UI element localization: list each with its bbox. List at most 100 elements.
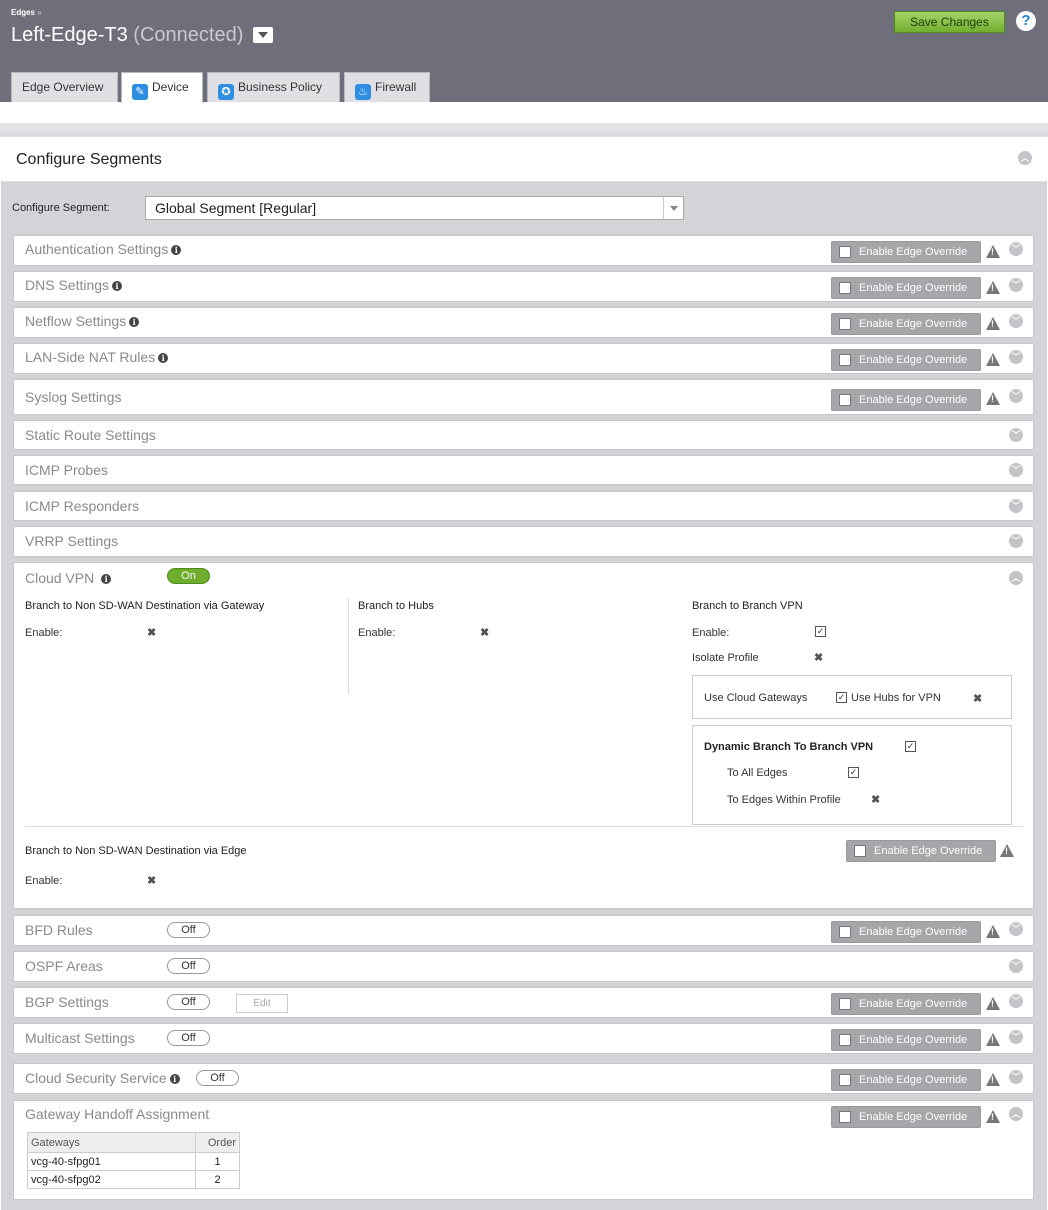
enable-edge-override-button[interactable]: Enable Edge Override: [831, 241, 981, 263]
panel-static-route[interactable]: Static Route Settings ﹀: [13, 420, 1034, 450]
enable-edge-override-button[interactable]: Enable Edge Override: [831, 1106, 981, 1128]
expand-icon[interactable]: ﹀: [1009, 534, 1023, 548]
info-icon[interactable]: i: [171, 245, 182, 255]
x-icon[interactable]: ✖: [480, 626, 489, 639]
panel-lan-side-nat[interactable]: LAN-Side NAT Rules i Enable Edge Override…: [13, 343, 1034, 374]
expand-icon[interactable]: ﹀: [1009, 389, 1023, 403]
panel-authentication[interactable]: Authentication Settings i Enable Edge Ove…: [13, 235, 1034, 266]
enable-edge-override-button[interactable]: Enable Edge Override: [831, 1069, 981, 1091]
x-icon[interactable]: ✖: [973, 692, 982, 705]
expand-icon[interactable]: ﹀: [1009, 314, 1023, 328]
panel-syslog[interactable]: Syslog Settings Enable Edge Override ﹀: [13, 379, 1034, 415]
override-checkbox[interactable]: [854, 845, 866, 857]
panel-title: ICMP Probes: [25, 462, 108, 478]
override-checkbox[interactable]: [839, 246, 851, 258]
info-icon[interactable]: i: [101, 574, 112, 584]
x-icon[interactable]: ✖: [147, 874, 156, 887]
enable-edge-override-button[interactable]: Enable Edge Override: [831, 313, 981, 335]
collapse-icon[interactable]: ︿: [1009, 1107, 1023, 1121]
page-title: Left-Edge-T3 (Connected): [11, 24, 273, 47]
ospf-toggle[interactable]: Off: [167, 958, 210, 974]
override-checkbox[interactable]: [839, 394, 851, 406]
panel-title: OSPF Areas: [25, 958, 103, 974]
enable-edge-override-button[interactable]: Enable Edge Override: [831, 389, 981, 411]
enable-edge-override-button[interactable]: Enable Edge Override: [831, 1029, 981, 1051]
tab-device[interactable]: ✎ Device: [121, 72, 203, 103]
tab-business-policy[interactable]: ✪ Business Policy: [207, 72, 340, 102]
expand-icon[interactable]: ﹀: [1009, 959, 1023, 973]
x-icon[interactable]: ✖: [147, 626, 156, 639]
bgp-toggle[interactable]: Off: [167, 994, 210, 1010]
info-icon[interactable]: i: [169, 1074, 180, 1084]
check-icon[interactable]: ✓: [905, 741, 916, 752]
save-changes-button[interactable]: Save Changes: [894, 11, 1005, 33]
panel-icmp-probes[interactable]: ICMP Probes ﹀: [13, 455, 1034, 485]
expand-icon[interactable]: ﹀: [1009, 463, 1023, 477]
expand-icon[interactable]: ﹀: [1009, 1030, 1023, 1044]
to-edges-within-profile-label: To Edges Within Profile: [727, 794, 841, 806]
segment-select[interactable]: Global Segment [Regular]: [145, 196, 684, 220]
x-icon[interactable]: ✖: [814, 651, 823, 664]
enable-edge-override-button[interactable]: Enable Edge Override: [831, 349, 981, 371]
override-checkbox[interactable]: [839, 1111, 851, 1123]
info-icon[interactable]: i: [112, 281, 123, 291]
check-icon[interactable]: ✓: [836, 692, 847, 703]
expand-icon[interactable]: ﹀: [1009, 278, 1023, 292]
enable-edge-override-button[interactable]: Enable Edge Override: [846, 840, 996, 862]
panel-vrrp[interactable]: VRRP Settings ﹀: [13, 526, 1034, 557]
warning-icon: [986, 392, 1000, 405]
table-row[interactable]: vcg-40-sfpg02 2: [27, 1170, 240, 1189]
expand-icon[interactable]: ﹀: [1009, 994, 1023, 1008]
tab-firewall[interactable]: ♨ Firewall: [344, 72, 430, 102]
chevron-down-icon[interactable]: [663, 197, 683, 219]
panel-netflow[interactable]: Netflow Settingsi Enable Edge Override ﹀: [13, 307, 1034, 338]
override-checkbox[interactable]: [839, 998, 851, 1010]
panel-title: BGP Settings: [25, 994, 109, 1010]
info-icon[interactable]: i: [158, 353, 169, 363]
breadcrumb-edges[interactable]: Edges: [11, 8, 35, 17]
css-toggle[interactable]: Off: [196, 1070, 239, 1086]
edge-selector-dropdown[interactable]: [252, 27, 273, 43]
cloud-vpn-toggle[interactable]: On: [167, 568, 210, 584]
enable-edge-override-button[interactable]: Enable Edge Override: [831, 921, 981, 943]
override-checkbox[interactable]: [839, 282, 851, 294]
panel-dns[interactable]: DNS Settingsi Enable Edge Override ﹀: [13, 271, 1034, 302]
override-label: Enable Edge Override: [859, 1111, 968, 1123]
panel-bgp-settings[interactable]: BGP Settings Off Enable Edge Override ﹀: [13, 987, 1034, 1018]
enable-edge-override-button[interactable]: Enable Edge Override: [831, 277, 981, 299]
x-icon[interactable]: ✖: [871, 793, 880, 806]
expand-icon[interactable]: ﹀: [1009, 1070, 1023, 1084]
help-icon[interactable]: ?: [1016, 11, 1036, 31]
override-checkbox[interactable]: [839, 318, 851, 330]
expand-icon[interactable]: ﹀: [1009, 922, 1023, 936]
tab-edge-overview[interactable]: Edge Overview: [11, 72, 118, 102]
panel-icmp-responders[interactable]: ICMP Responders ﹀: [13, 491, 1034, 521]
multicast-toggle[interactable]: Off: [167, 1030, 210, 1046]
expand-icon[interactable]: ﹀: [1009, 428, 1023, 442]
collapse-icon[interactable]: ︿: [1018, 151, 1032, 165]
bgp-edit-button[interactable]: Edit: [236, 994, 288, 1013]
override-checkbox[interactable]: [839, 926, 851, 938]
override-checkbox[interactable]: [839, 1074, 851, 1086]
panel-bfd-rules[interactable]: BFD Rules Off Enable Edge Override ﹀: [13, 915, 1034, 946]
expand-icon[interactable]: ﹀: [1009, 350, 1023, 364]
enable-edge-override-button[interactable]: Enable Edge Override: [831, 993, 981, 1015]
breadcrumb[interactable]: Edges »: [11, 8, 42, 17]
collapse-icon[interactable]: ︿: [1009, 571, 1023, 585]
check-icon[interactable]: ✓: [815, 626, 826, 637]
panel-title: BFD Rules: [25, 922, 93, 938]
info-icon[interactable]: i: [129, 317, 140, 327]
panel-ospf-areas[interactable]: OSPF Areas Off ﹀: [13, 951, 1034, 982]
override-checkbox[interactable]: [839, 1034, 851, 1046]
override-label: Enable Edge Override: [859, 998, 968, 1010]
panel-cloud-security-service[interactable]: Cloud Security Service i Off Enable Edge …: [13, 1063, 1034, 1094]
override-checkbox[interactable]: [839, 354, 851, 366]
configure-segments-header[interactable]: Configure Segments ︿: [1, 136, 1047, 182]
table-row[interactable]: vcg-40-sfpg01 1: [27, 1152, 240, 1171]
vpn-edge-enable-label: Enable:: [25, 875, 63, 887]
expand-icon[interactable]: ﹀: [1009, 242, 1023, 256]
bfd-toggle[interactable]: Off: [167, 922, 210, 938]
panel-multicast[interactable]: Multicast Settings Off Enable Edge Overr…: [13, 1023, 1034, 1054]
expand-icon[interactable]: ﹀: [1009, 499, 1023, 513]
check-icon[interactable]: ✓: [848, 767, 859, 778]
